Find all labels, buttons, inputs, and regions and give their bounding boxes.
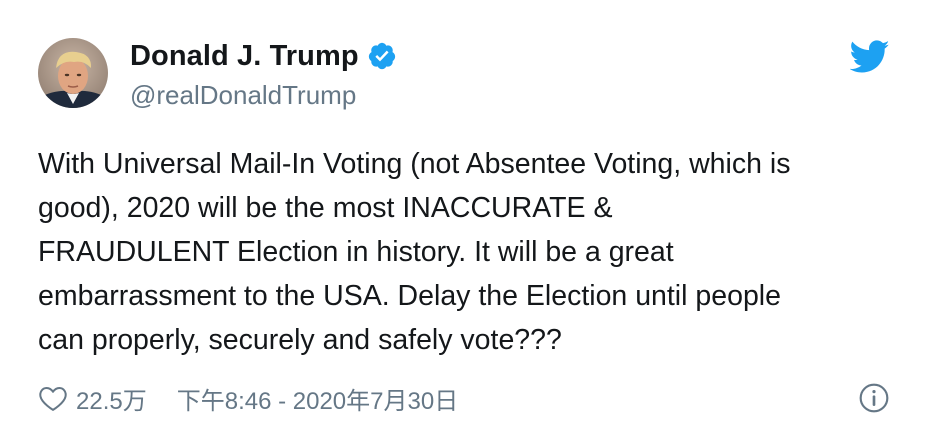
author-handle[interactable]: @realDonaldTrump — [130, 80, 356, 111]
tweet-text: With Universal Mail-In Voting (not Absen… — [38, 148, 791, 356]
like-count: 22.5万 — [76, 387, 147, 415]
profile-photo-icon — [38, 38, 108, 108]
tweet-footer: 22.5万 下午8:46 - 2020年7月30日 — [38, 380, 890, 416]
tweet-timestamp[interactable]: 下午8:46 - 2020年7月30日 — [177, 381, 458, 416]
like-button[interactable]: 22.5万 — [38, 381, 147, 416]
avatar[interactable] — [38, 38, 108, 108]
twitter-bird-logo-icon[interactable] — [850, 40, 890, 74]
display-name[interactable]: Donald J. Trump — [130, 40, 359, 73]
tweet-card: Donald J. Trump @realDonaldTrump With Un… — [0, 0, 927, 439]
author-row: Donald J. Trump — [130, 36, 397, 76]
info-circle-icon[interactable] — [858, 382, 890, 414]
heart-outline-icon[interactable] — [38, 384, 68, 412]
verified-badge-icon — [367, 41, 397, 71]
